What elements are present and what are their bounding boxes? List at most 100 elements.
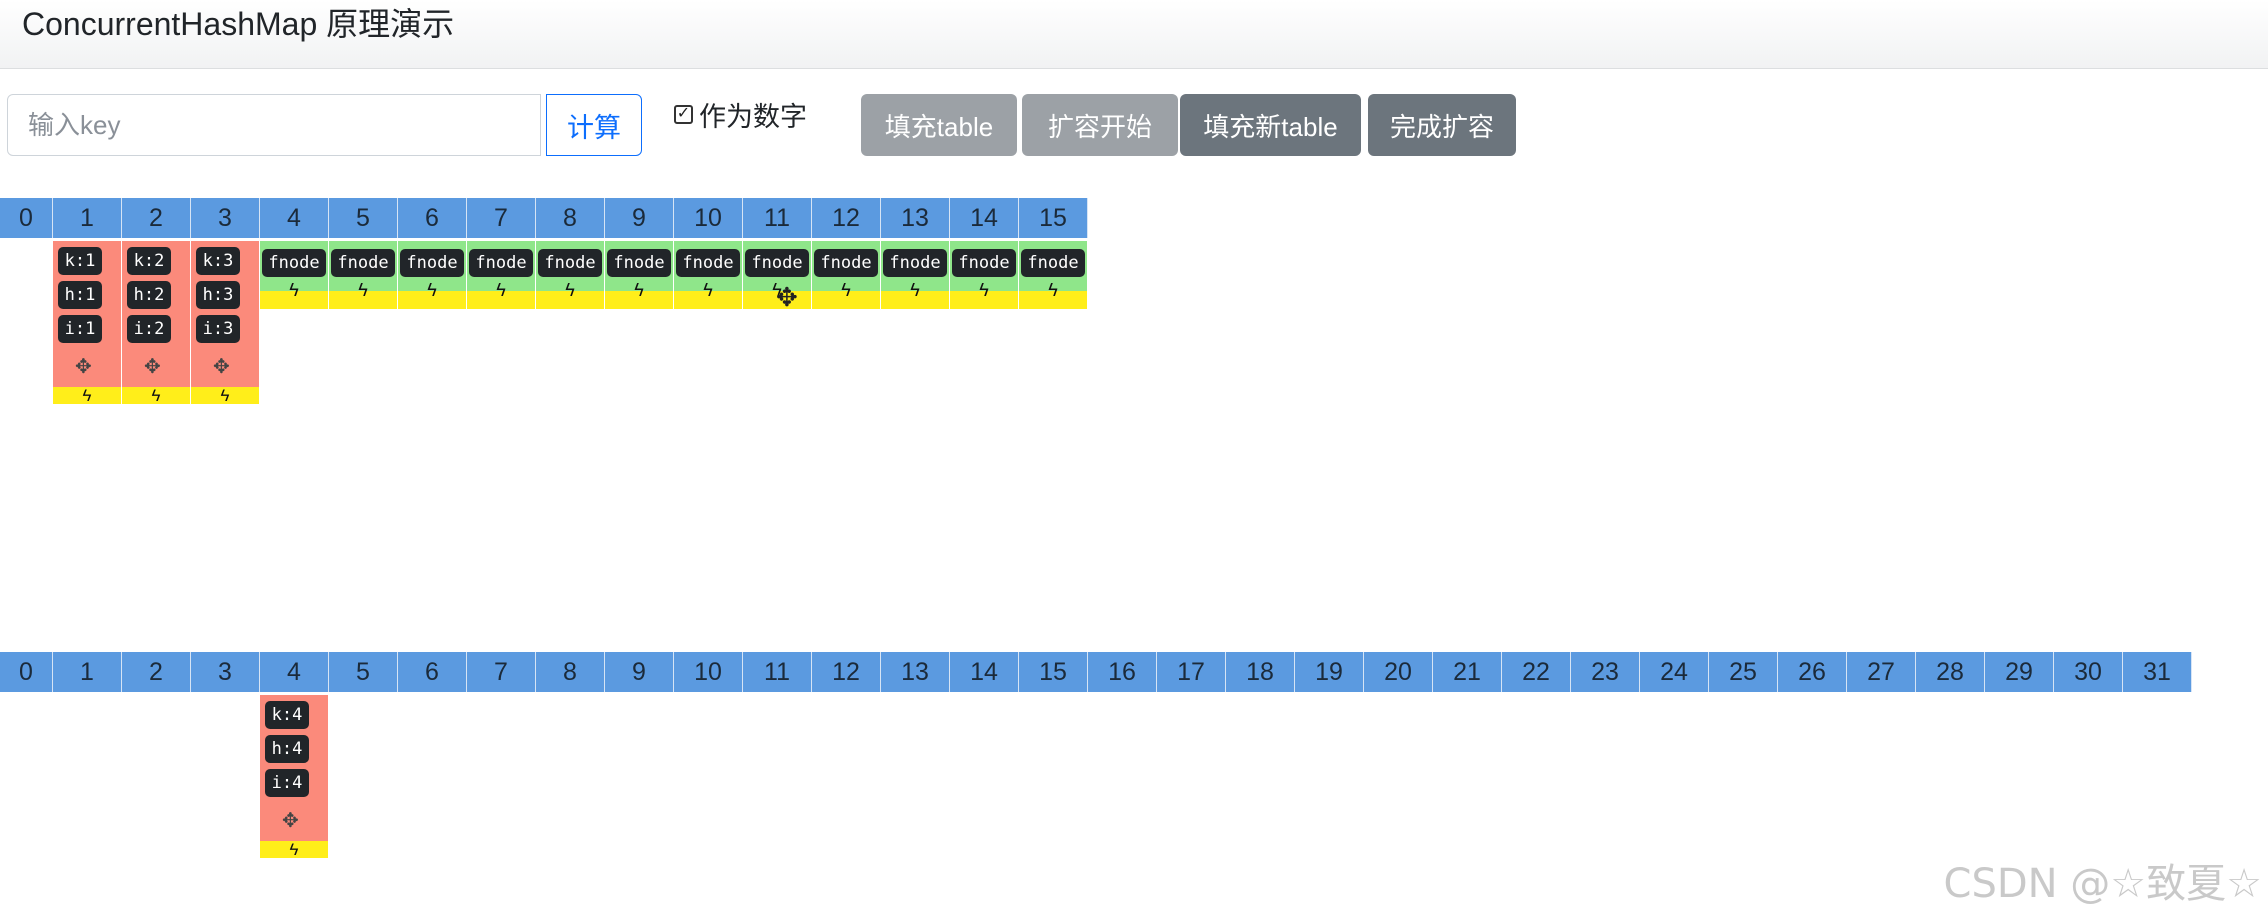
bolt-icon[interactable]: ϟ	[881, 279, 949, 301]
new_table-index-1: 1	[53, 652, 122, 692]
new_table-index-31: 31	[2123, 652, 2192, 692]
finish-resize-button[interactable]: 完成扩容	[1368, 94, 1516, 156]
old_table-index-6: 6	[398, 198, 467, 238]
forwarding-node: fnode ϟ	[812, 241, 880, 309]
old_table-index-7: 7	[467, 198, 536, 238]
forwarding-node: fnode ϟ	[605, 241, 673, 309]
node-i-badge: i:2	[127, 315, 171, 343]
hash-node: k:2 h:2 i:2 ✥ ϟ	[122, 241, 190, 404]
node-i-badge: i:4	[265, 769, 309, 797]
new_table-index-25: 25	[1709, 652, 1778, 692]
bolt-icon[interactable]: ϟ	[605, 279, 673, 301]
bolt-icon[interactable]: ϟ	[329, 279, 397, 301]
new_table-index-7: 7	[467, 652, 536, 692]
forwarding-node: fnode ϟ	[398, 241, 466, 309]
old_table-index-8: 8	[536, 198, 605, 238]
checkbox-check-icon[interactable]: ✓	[674, 104, 693, 124]
new_table-index-8: 8	[536, 652, 605, 692]
move-icon[interactable]: ✥	[282, 811, 299, 831]
old_table-index-15: 15	[1019, 198, 1088, 238]
old-table-index-row: 0 1 2 3 4 5 6 7 8 9 10 11 12 13 14 15	[0, 198, 1088, 238]
fnode-badge: fnode	[952, 249, 1016, 277]
new_table-index-22: 22	[1502, 652, 1571, 692]
key-input[interactable]	[7, 94, 541, 156]
resize-start-button[interactable]: 扩容开始	[1022, 94, 1178, 156]
old_table-index-4: 4	[260, 198, 329, 238]
new_table-index-27: 27	[1847, 652, 1916, 692]
new-table-index-row: 0 1 2 3 4 5 6 7 8 9 10 11 12 13 14 15 16 17 18 19 20 21 22 23 24…	[0, 652, 2192, 692]
old_table-index-3: 3	[191, 198, 260, 238]
bolt-icon[interactable]: ϟ	[674, 279, 742, 301]
node-k-badge: k:1	[58, 247, 102, 275]
fnode-badge: fnode	[607, 249, 671, 277]
old_table-index-9: 9	[605, 198, 674, 238]
old_table-index-14: 14	[950, 198, 1019, 238]
new_table-index-20: 20	[1364, 652, 1433, 692]
toolbar: 计算 ✓ 作为数字 填充table 扩容开始 填充新table 完成扩容	[0, 94, 1600, 160]
as-number-checkbox[interactable]: ✓ 作为数字	[674, 98, 807, 132]
fnode-badge: fnode	[400, 249, 464, 277]
bolt-icon[interactable]: ϟ	[260, 841, 328, 858]
new_table-index-4: 4	[260, 652, 329, 692]
move-icon[interactable]: ✥	[75, 357, 92, 377]
node-k-badge: k:2	[127, 247, 171, 275]
fill-table-button[interactable]: 填充table	[861, 94, 1017, 156]
node-i-badge: i:1	[58, 315, 102, 343]
bolt-icon[interactable]: ϟ	[1019, 279, 1087, 301]
new_table-index-13: 13	[881, 652, 950, 692]
calculate-button[interactable]: 计算	[546, 94, 642, 156]
hash-node: k:4 h:4 i:4 ✥ ϟ	[260, 695, 328, 858]
app-header: ConcurrentHashMap 原理演示	[0, 0, 2268, 69]
node-k-badge: k:3	[196, 247, 240, 275]
hash-node: k:3 h:3 i:3 ✥ ϟ	[191, 241, 259, 404]
bolt-icon[interactable]: ϟ	[191, 387, 259, 404]
forwarding-node: fnode ϟ	[881, 241, 949, 309]
new_table-index-14: 14	[950, 652, 1019, 692]
as-number-label: 作为数字	[699, 101, 807, 132]
new_table-index-12: 12	[812, 652, 881, 692]
new_table-index-9: 9	[605, 652, 674, 692]
fnode-badge: fnode	[745, 249, 809, 277]
new_table-index-28: 28	[1916, 652, 1985, 692]
forwarding-node: fnode ϟ	[329, 241, 397, 309]
new_table-index-24: 24	[1640, 652, 1709, 692]
bolt-icon[interactable]: ϟ	[122, 387, 190, 404]
node-h-badge: h:2	[127, 281, 171, 309]
node-k-badge: k:4	[265, 701, 309, 729]
new_table-index-19: 19	[1295, 652, 1364, 692]
new_table-index-10: 10	[674, 652, 743, 692]
fnode-badge: fnode	[262, 249, 326, 277]
new_table-index-23: 23	[1571, 652, 1640, 692]
node-h-badge: h:3	[196, 281, 240, 309]
old_table-index-2: 2	[122, 198, 191, 238]
bolt-icon[interactable]: ϟ	[812, 279, 880, 301]
new_table-index-17: 17	[1157, 652, 1226, 692]
node-h-badge: h:1	[58, 281, 102, 309]
fnode-badge: fnode	[814, 249, 878, 277]
new_table-index-26: 26	[1778, 652, 1847, 692]
forwarding-node: fnode ϟ	[950, 241, 1018, 309]
forwarding-node: fnode ϟ	[467, 241, 535, 309]
node-h-badge: h:4	[265, 735, 309, 763]
new_table-index-6: 6	[398, 652, 467, 692]
forwarding-node: fnode ϟ	[1019, 241, 1087, 309]
bolt-icon[interactable]: ϟ	[536, 279, 604, 301]
new_table-index-16: 16	[1088, 652, 1157, 692]
new_table-index-21: 21	[1433, 652, 1502, 692]
old_table-index-0: 0	[0, 198, 53, 238]
fnode-badge: fnode	[538, 249, 602, 277]
new_table-index-29: 29	[1985, 652, 2054, 692]
new_table-index-18: 18	[1226, 652, 1295, 692]
bolt-icon[interactable]: ϟ	[398, 279, 466, 301]
move-icon[interactable]: ✥	[144, 357, 161, 377]
old_table-index-12: 12	[812, 198, 881, 238]
fill-new-table-button[interactable]: 填充新table	[1180, 94, 1361, 156]
bolt-icon[interactable]: ϟ	[467, 279, 535, 301]
bolt-icon[interactable]: ϟ	[950, 279, 1018, 301]
new_table-index-5: 5	[329, 652, 398, 692]
old_table-index-10: 10	[674, 198, 743, 238]
fnode-badge: fnode	[331, 249, 395, 277]
bolt-icon[interactable]: ϟ	[53, 387, 121, 404]
move-icon[interactable]: ✥	[213, 357, 230, 377]
bolt-icon[interactable]: ϟ	[260, 279, 328, 301]
